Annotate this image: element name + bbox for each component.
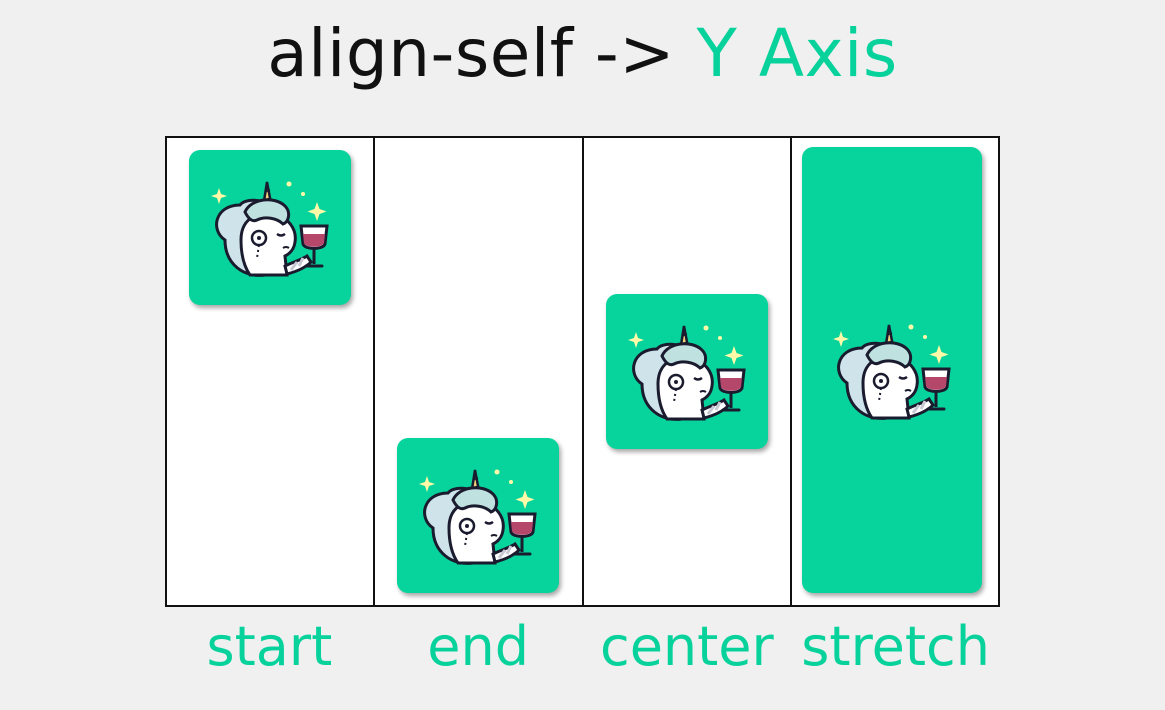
title-accent: Y Axis — [696, 15, 898, 92]
unicorn-icon — [413, 458, 543, 573]
tile-end — [397, 438, 560, 593]
column-end — [375, 138, 584, 605]
tile-start — [189, 150, 351, 305]
label-end: end — [427, 615, 529, 678]
label-center: center — [600, 615, 774, 678]
label-start: start — [206, 615, 333, 678]
flex-container-diagram — [165, 136, 1000, 607]
tile-center — [605, 294, 768, 449]
unicorn-icon — [205, 170, 335, 285]
column-center — [584, 138, 792, 605]
page-title: align-self -> Y Axis — [0, 14, 1165, 94]
column-labels: start end center stretch — [165, 612, 1000, 692]
tile-stretch — [801, 147, 982, 593]
column-start — [167, 138, 376, 605]
unicorn-icon — [622, 314, 752, 429]
unicorn-icon — [827, 313, 957, 428]
label-stretch: stretch — [801, 615, 990, 678]
title-main: align-self -> — [267, 15, 676, 92]
column-stretch — [792, 138, 998, 605]
